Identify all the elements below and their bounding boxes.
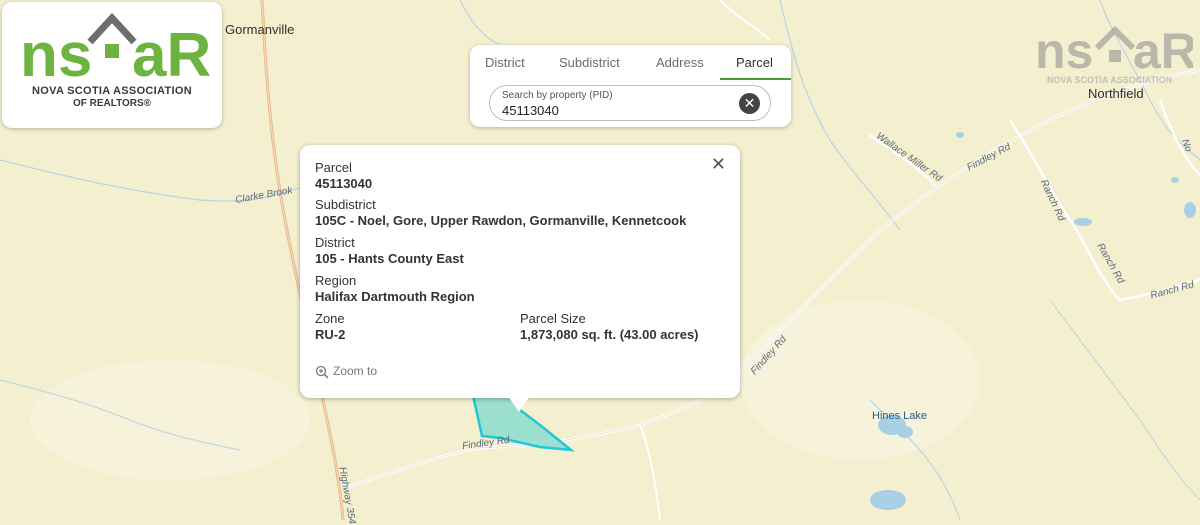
search-input-value[interactable]: 45113040 (502, 103, 559, 118)
district-label: District (315, 235, 355, 250)
parcel-label: Parcel (315, 160, 352, 175)
lake-water (897, 426, 913, 438)
district-value: 105 - Hants County East (315, 251, 464, 266)
logo-brand-ns: ns (20, 21, 92, 84)
hines-lake-label: Hines Lake (872, 410, 928, 422)
region-label: Region (315, 273, 357, 288)
pond-water (1184, 202, 1196, 218)
zone-label: Zone (315, 311, 345, 326)
parcel-value: 45113040 (315, 176, 373, 191)
close-icon: ✕ (710, 154, 726, 174)
house-roof-icon (87, 12, 137, 45)
tab-district[interactable]: District (485, 55, 525, 70)
search-input[interactable]: Search by property (PID) 45113040 ✕ (489, 85, 771, 121)
search-input-label: Search by property (PID) (502, 90, 613, 101)
tab-address[interactable]: Address (656, 55, 704, 70)
parcel-size-value: 1,873,080 sq. ft. (43.00 acres) (520, 327, 699, 342)
watermark-brand-text-2: aR (1133, 23, 1193, 75)
search-tabs: District Subdistrict Address Parcel (470, 45, 791, 80)
active-tab-indicator (720, 78, 791, 80)
popup-pointer (508, 396, 530, 412)
watermark-brand-text: ns (1035, 23, 1093, 75)
house-roof-icon (1094, 25, 1136, 51)
logo-subtitle-line2: OF REALTORS® (72, 98, 152, 109)
watermark-logo-mark: ns aR (1035, 23, 1197, 79)
zoom-to-button[interactable]: Zoom to (315, 364, 377, 379)
clear-search-button[interactable]: ✕ (739, 93, 760, 114)
subdistrict-value: 105C - Noel, Gore, Upper Rawdon, Gormanv… (315, 213, 687, 228)
pond-water (956, 132, 964, 138)
nsar-logo-icon: ns aR (20, 12, 211, 90)
logo-card: ns aR NOVA SCOTIA ASSOCIATION OF REALTOR… (2, 2, 222, 128)
zoom-in-icon (315, 365, 329, 379)
parcel-info-popup: ✕ Parcel 45113040 Subdistrict 105C - Noe… (300, 145, 740, 398)
house-window-icon (1109, 50, 1121, 62)
logo-brand-ar: aR (132, 21, 211, 84)
tab-subdistrict[interactable]: Subdistrict (559, 55, 620, 70)
watermark-subtitle: NOVA SCOTIA ASSOCIATION (1047, 75, 1173, 85)
lake-water (870, 490, 906, 510)
region-value: Halifax Dartmouth Region (315, 289, 475, 304)
parcel-size-label: Parcel Size (520, 311, 586, 326)
tab-parcel[interactable]: Parcel (736, 55, 773, 70)
town-label-gormanville: Gormanville (225, 22, 295, 37)
search-widget: District Subdistrict Address Parcel Sear… (470, 45, 791, 127)
land-patch (740, 300, 980, 460)
subdistrict-label: Subdistrict (315, 197, 376, 212)
zoom-to-label: Zoom to (333, 364, 378, 378)
close-popup-button[interactable]: ✕ (711, 155, 726, 173)
logo-subtitle-line1: NOVA SCOTIA ASSOCIATION (32, 85, 192, 97)
pond-water (1171, 177, 1179, 183)
watermark-logo: ns aR NOVA SCOTIA ASSOCIATION (1033, 20, 1197, 90)
house-window-icon (105, 44, 119, 58)
zone-value: RU-2 (315, 327, 346, 342)
close-icon: ✕ (743, 95, 756, 111)
pond-water (1074, 218, 1092, 226)
land-patch (30, 360, 310, 480)
